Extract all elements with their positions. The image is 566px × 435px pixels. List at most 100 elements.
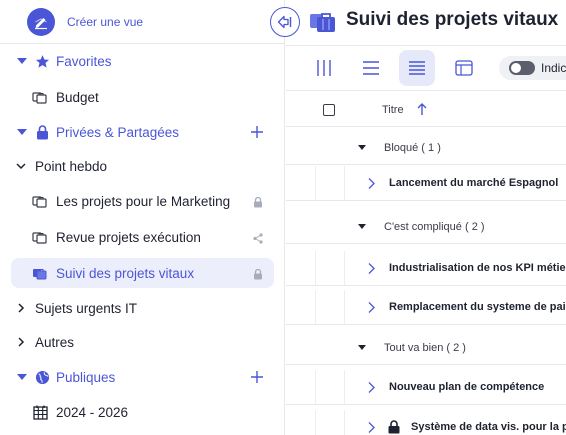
create-view-button[interactable]: Créer une vue xyxy=(27,8,143,36)
chevron-right-icon[interactable] xyxy=(367,177,376,190)
board-icon xyxy=(455,60,473,76)
section-private-shared[interactable]: Privées & Partagées xyxy=(0,117,285,147)
chevron-down-icon xyxy=(17,374,27,380)
list-view-button[interactable] xyxy=(353,50,389,86)
row-gutter xyxy=(315,370,316,404)
columns-icon xyxy=(317,60,331,76)
chevron-right-icon[interactable] xyxy=(367,421,376,434)
main-content: Suivi des projets vitaux Indicateurs Tit… xyxy=(286,0,566,435)
chevron-down-icon xyxy=(358,345,366,350)
group-autres[interactable]: Autres xyxy=(0,327,285,357)
group-row-bloque[interactable]: Bloqué ( 1 ) xyxy=(286,130,566,165)
chevron-right-icon xyxy=(15,302,27,314)
sidebar: Créer une vue Favorites Budget Privées &… xyxy=(0,0,285,435)
sidebar-item-label: Budget xyxy=(56,89,99,105)
table-row[interactable]: Remplacement du systeme de paie xyxy=(286,290,566,325)
sidebar-item-budget[interactable]: Budget xyxy=(0,82,285,112)
briefcase-icon xyxy=(32,229,48,245)
row-gutter xyxy=(344,370,345,404)
record-title: Système de data vis. pour la production xyxy=(411,421,566,433)
sidebar-header: Créer une vue xyxy=(0,0,285,44)
record-title: Industrialisation de nos KPI métier xyxy=(389,262,566,274)
group-point-hebdo[interactable]: Point hebdo xyxy=(0,151,285,181)
group-label: Bloqué ( 1 ) xyxy=(384,142,441,154)
record-title: Lancement du marché Espagnol xyxy=(389,177,559,189)
column-header-title[interactable]: Titre xyxy=(382,104,404,116)
calendar-icon xyxy=(32,404,48,420)
row-gutter xyxy=(315,290,316,324)
section-label: Publiques xyxy=(56,369,116,385)
toggle-knob xyxy=(511,63,521,73)
section-public[interactable]: Publiques xyxy=(0,362,285,392)
plus-icon[interactable] xyxy=(250,125,264,139)
chevron-right-icon[interactable] xyxy=(367,301,376,314)
star-icon xyxy=(34,53,50,69)
record-title: Remplacement du systeme de paie xyxy=(389,301,566,313)
group-row-tout-va-bien[interactable]: Tout va bien ( 2 ) xyxy=(286,330,566,365)
view-toolbar: Indicateurs xyxy=(286,45,566,91)
record-title: Nouveau plan de compétence xyxy=(389,381,545,393)
chevron-down-icon xyxy=(15,160,27,172)
plus-icon[interactable] xyxy=(250,370,264,384)
columns-view-button[interactable] xyxy=(306,50,342,86)
list-icon xyxy=(363,61,379,75)
chevron-right-icon[interactable] xyxy=(367,381,376,394)
table-row[interactable]: Système de data vis. pour la production xyxy=(286,410,566,435)
section-favorites[interactable]: Favorites xyxy=(0,46,285,76)
group-label: C'est compliqué ( 2 ) xyxy=(384,221,485,233)
sidebar-item-label: 2024 - 2026 xyxy=(56,404,129,420)
group-label: Point hebdo xyxy=(35,158,108,174)
toggle-label: Indicateurs xyxy=(541,61,566,75)
chevron-down-icon xyxy=(358,145,366,150)
compact-list-icon xyxy=(409,61,425,75)
group-label: Tout va bien ( 2 ) xyxy=(384,342,466,354)
table-header: Titre xyxy=(286,92,566,127)
group-sujets-urgents-it[interactable]: Sujets urgents IT xyxy=(0,293,285,323)
row-gutter xyxy=(344,290,345,324)
table-row[interactable]: Industrialisation de nos KPI métier xyxy=(286,251,566,286)
chevron-right-icon xyxy=(15,336,27,348)
sort-up-icon[interactable] xyxy=(416,102,428,116)
sidebar-item-suivi-projets-vitaux[interactable]: Suivi des projets vitaux xyxy=(11,258,274,288)
row-gutter xyxy=(315,251,316,285)
chevron-down-icon xyxy=(17,58,27,64)
indicators-toggle[interactable]: Indicateurs xyxy=(499,56,566,80)
chevron-down-icon xyxy=(358,224,366,229)
sidebar-item-label: Revue projets exécution xyxy=(56,229,201,245)
briefcase-icon xyxy=(32,89,48,105)
collapse-left-icon xyxy=(277,15,292,29)
toggle-switch[interactable] xyxy=(509,61,535,75)
row-gutter xyxy=(344,166,345,200)
sidebar-item-label: Les projets pour le Marketing xyxy=(56,193,231,209)
group-label: Autres xyxy=(35,334,75,350)
briefcase-icon xyxy=(32,265,48,281)
group-row-complique[interactable]: C'est compliqué ( 2 ) xyxy=(286,209,566,244)
briefcase-icon xyxy=(32,193,48,209)
collapse-sidebar-button[interactable] xyxy=(270,7,300,37)
chevron-right-icon[interactable] xyxy=(367,262,376,275)
sidebar-item-2024-2026[interactable]: 2024 - 2026 xyxy=(0,397,285,427)
row-gutter xyxy=(344,410,345,435)
section-label: Privées & Partagées xyxy=(56,124,180,140)
table-row[interactable]: Nouveau plan de compétence xyxy=(286,370,566,405)
row-gutter xyxy=(344,251,345,285)
compact-list-view-button[interactable] xyxy=(399,50,435,86)
lock-icon xyxy=(253,268,263,279)
share-icon xyxy=(253,232,263,244)
row-gutter xyxy=(315,410,316,435)
lock-icon xyxy=(388,420,400,434)
sidebar-item-revue-execution[interactable]: Revue projets exécution xyxy=(0,222,285,252)
sidebar-item-label: Suivi des projets vitaux xyxy=(56,265,195,281)
group-label: Sujets urgents IT xyxy=(35,300,138,316)
table-row[interactable]: Lancement du marché Espagnol xyxy=(286,166,566,201)
briefcase-icon xyxy=(309,10,339,34)
board-view-button[interactable] xyxy=(446,50,482,86)
section-label: Favorites xyxy=(56,53,112,69)
row-gutter xyxy=(315,166,316,200)
select-all-checkbox[interactable] xyxy=(323,104,335,116)
pencil-icon xyxy=(27,8,55,36)
sidebar-item-marketing[interactable]: Les projets pour le Marketing xyxy=(0,186,285,216)
lock-icon xyxy=(34,124,50,140)
chevron-down-icon xyxy=(17,129,27,135)
globe-icon xyxy=(34,369,50,385)
